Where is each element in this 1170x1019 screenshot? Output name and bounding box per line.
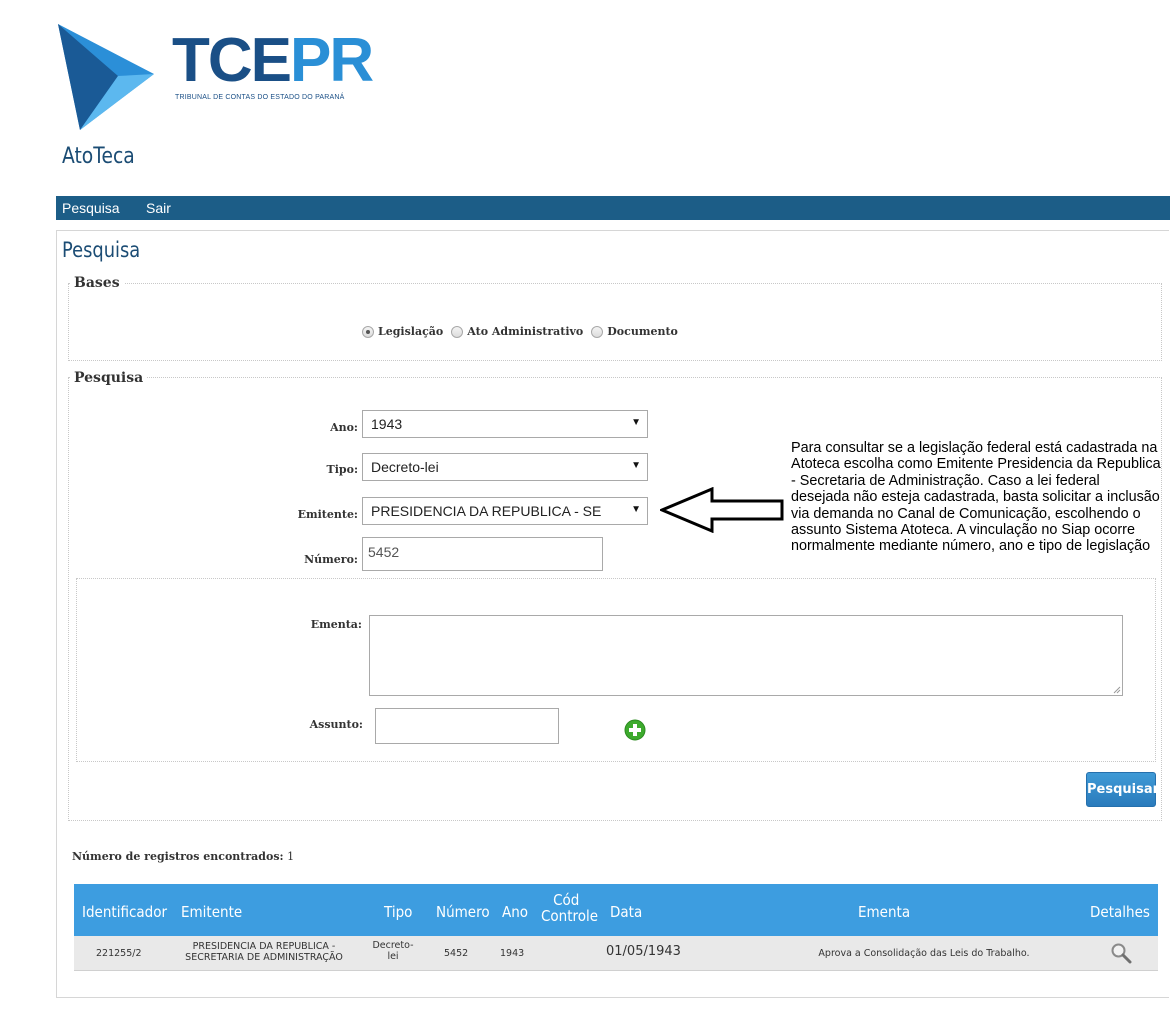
ementa-textarea[interactable] bbox=[369, 615, 1123, 696]
emitente-label: Emitente: bbox=[297, 508, 358, 521]
app-title: AtoTeca bbox=[62, 144, 135, 169]
cell-numero: 5452 bbox=[444, 948, 469, 959]
radio-legislacao[interactable] bbox=[362, 325, 374, 338]
col-ementa[interactable]: Ementa bbox=[858, 903, 910, 921]
bases-fieldset bbox=[68, 283, 1162, 361]
cell-emitente: PRESIDENCIA DA REPUBLICA - SECRETARIA DE… bbox=[185, 941, 343, 963]
bases-legend: Bases bbox=[70, 275, 124, 291]
page-title: Pesquisa bbox=[62, 238, 141, 262]
emitente-select[interactable]: PRESIDENCIA DA REPUBLICA - SE ▼ bbox=[362, 497, 648, 525]
assunto-input[interactable] bbox=[375, 708, 559, 744]
cell-data: 01/05/1943 bbox=[606, 944, 681, 959]
add-assunto-icon[interactable] bbox=[624, 719, 646, 741]
magnifier-icon[interactable] bbox=[1110, 942, 1132, 964]
col-tipo[interactable]: Tipo bbox=[384, 903, 412, 921]
col-ano[interactable]: Ano bbox=[502, 903, 528, 921]
ano-label: Ano: bbox=[330, 421, 358, 434]
chevron-down-icon: ▼ bbox=[631, 460, 641, 471]
assunto-label: Assunto: bbox=[309, 718, 363, 731]
results-count: Número de registros encontrados: 1 bbox=[72, 850, 294, 863]
results-table-header: Identificador Emitente Tipo Número Ano C… bbox=[74, 884, 1158, 936]
numero-label: Número: bbox=[304, 553, 358, 566]
main-navbar bbox=[56, 196, 1170, 220]
logo-subtitle: TRIBUNAL DE CONTAS DO ESTADO DO PARANÁ bbox=[175, 94, 345, 101]
tipo-label: Tipo: bbox=[326, 463, 358, 476]
radio-documento[interactable] bbox=[591, 325, 604, 338]
col-data[interactable]: Data bbox=[610, 903, 642, 921]
radio-ato-administrativo[interactable] bbox=[451, 325, 464, 338]
table-row: 221255/2 PRESIDENCIA DA REPUBLICA - SECR… bbox=[74, 936, 1158, 971]
col-identificador[interactable]: Identificador bbox=[82, 903, 167, 921]
tipo-select-value: Decreto-lei bbox=[371, 459, 439, 475]
cell-ano: 1943 bbox=[500, 948, 525, 959]
annotation-text: Para consultar se a legislação federal e… bbox=[791, 440, 1161, 555]
nav-item-pesquisa[interactable]: Pesquisa bbox=[62, 200, 120, 216]
radio-ato-administrativo-label: Ato Administrativo bbox=[467, 325, 584, 338]
results-count-label: Número de registros encontrados: bbox=[72, 850, 284, 863]
logo-wordmark: TCEPR bbox=[172, 26, 374, 95]
cell-tipo: Decreto-lei bbox=[372, 940, 414, 962]
col-numero[interactable]: Número bbox=[436, 903, 490, 921]
results-count-value: 1 bbox=[287, 850, 295, 863]
tipo-select[interactable]: Decreto-lei ▼ bbox=[362, 453, 648, 481]
ano-select-value: 1943 bbox=[371, 416, 403, 432]
radio-legislacao-label: Legislação bbox=[378, 325, 444, 338]
bases-radio-group: Legislação Ato Administrativo Documento bbox=[362, 325, 682, 338]
cell-ementa: Aprova a Consolidação das Leis do Trabal… bbox=[818, 948, 1030, 959]
radio-documento-label: Documento bbox=[607, 325, 678, 338]
annotation-arrow-icon bbox=[660, 487, 784, 533]
col-cod-controle[interactable]: Cód Controle bbox=[541, 892, 598, 924]
emitente-select-value: PRESIDENCIA DA REPUBLICA - SE bbox=[371, 503, 602, 519]
resize-handle-icon[interactable] bbox=[1112, 685, 1121, 694]
chevron-down-icon: ▼ bbox=[631, 417, 641, 428]
cell-identificador: 221255/2 bbox=[96, 948, 142, 959]
ementa-label: Ementa: bbox=[310, 618, 362, 631]
search-legend: Pesquisa bbox=[70, 370, 148, 386]
tcepr-logo-mark bbox=[58, 24, 154, 130]
col-emitente[interactable]: Emitente bbox=[181, 903, 242, 921]
chevron-down-icon: ▼ bbox=[631, 504, 641, 515]
pesquisar-button[interactable]: Pesquisar bbox=[1086, 772, 1159, 807]
col-detalhes[interactable]: Detalhes bbox=[1090, 903, 1150, 921]
ano-select[interactable]: 1943 ▼ bbox=[362, 410, 648, 438]
nav-item-sair[interactable]: Sair bbox=[146, 200, 171, 216]
numero-input[interactable]: 5452 bbox=[362, 537, 603, 571]
